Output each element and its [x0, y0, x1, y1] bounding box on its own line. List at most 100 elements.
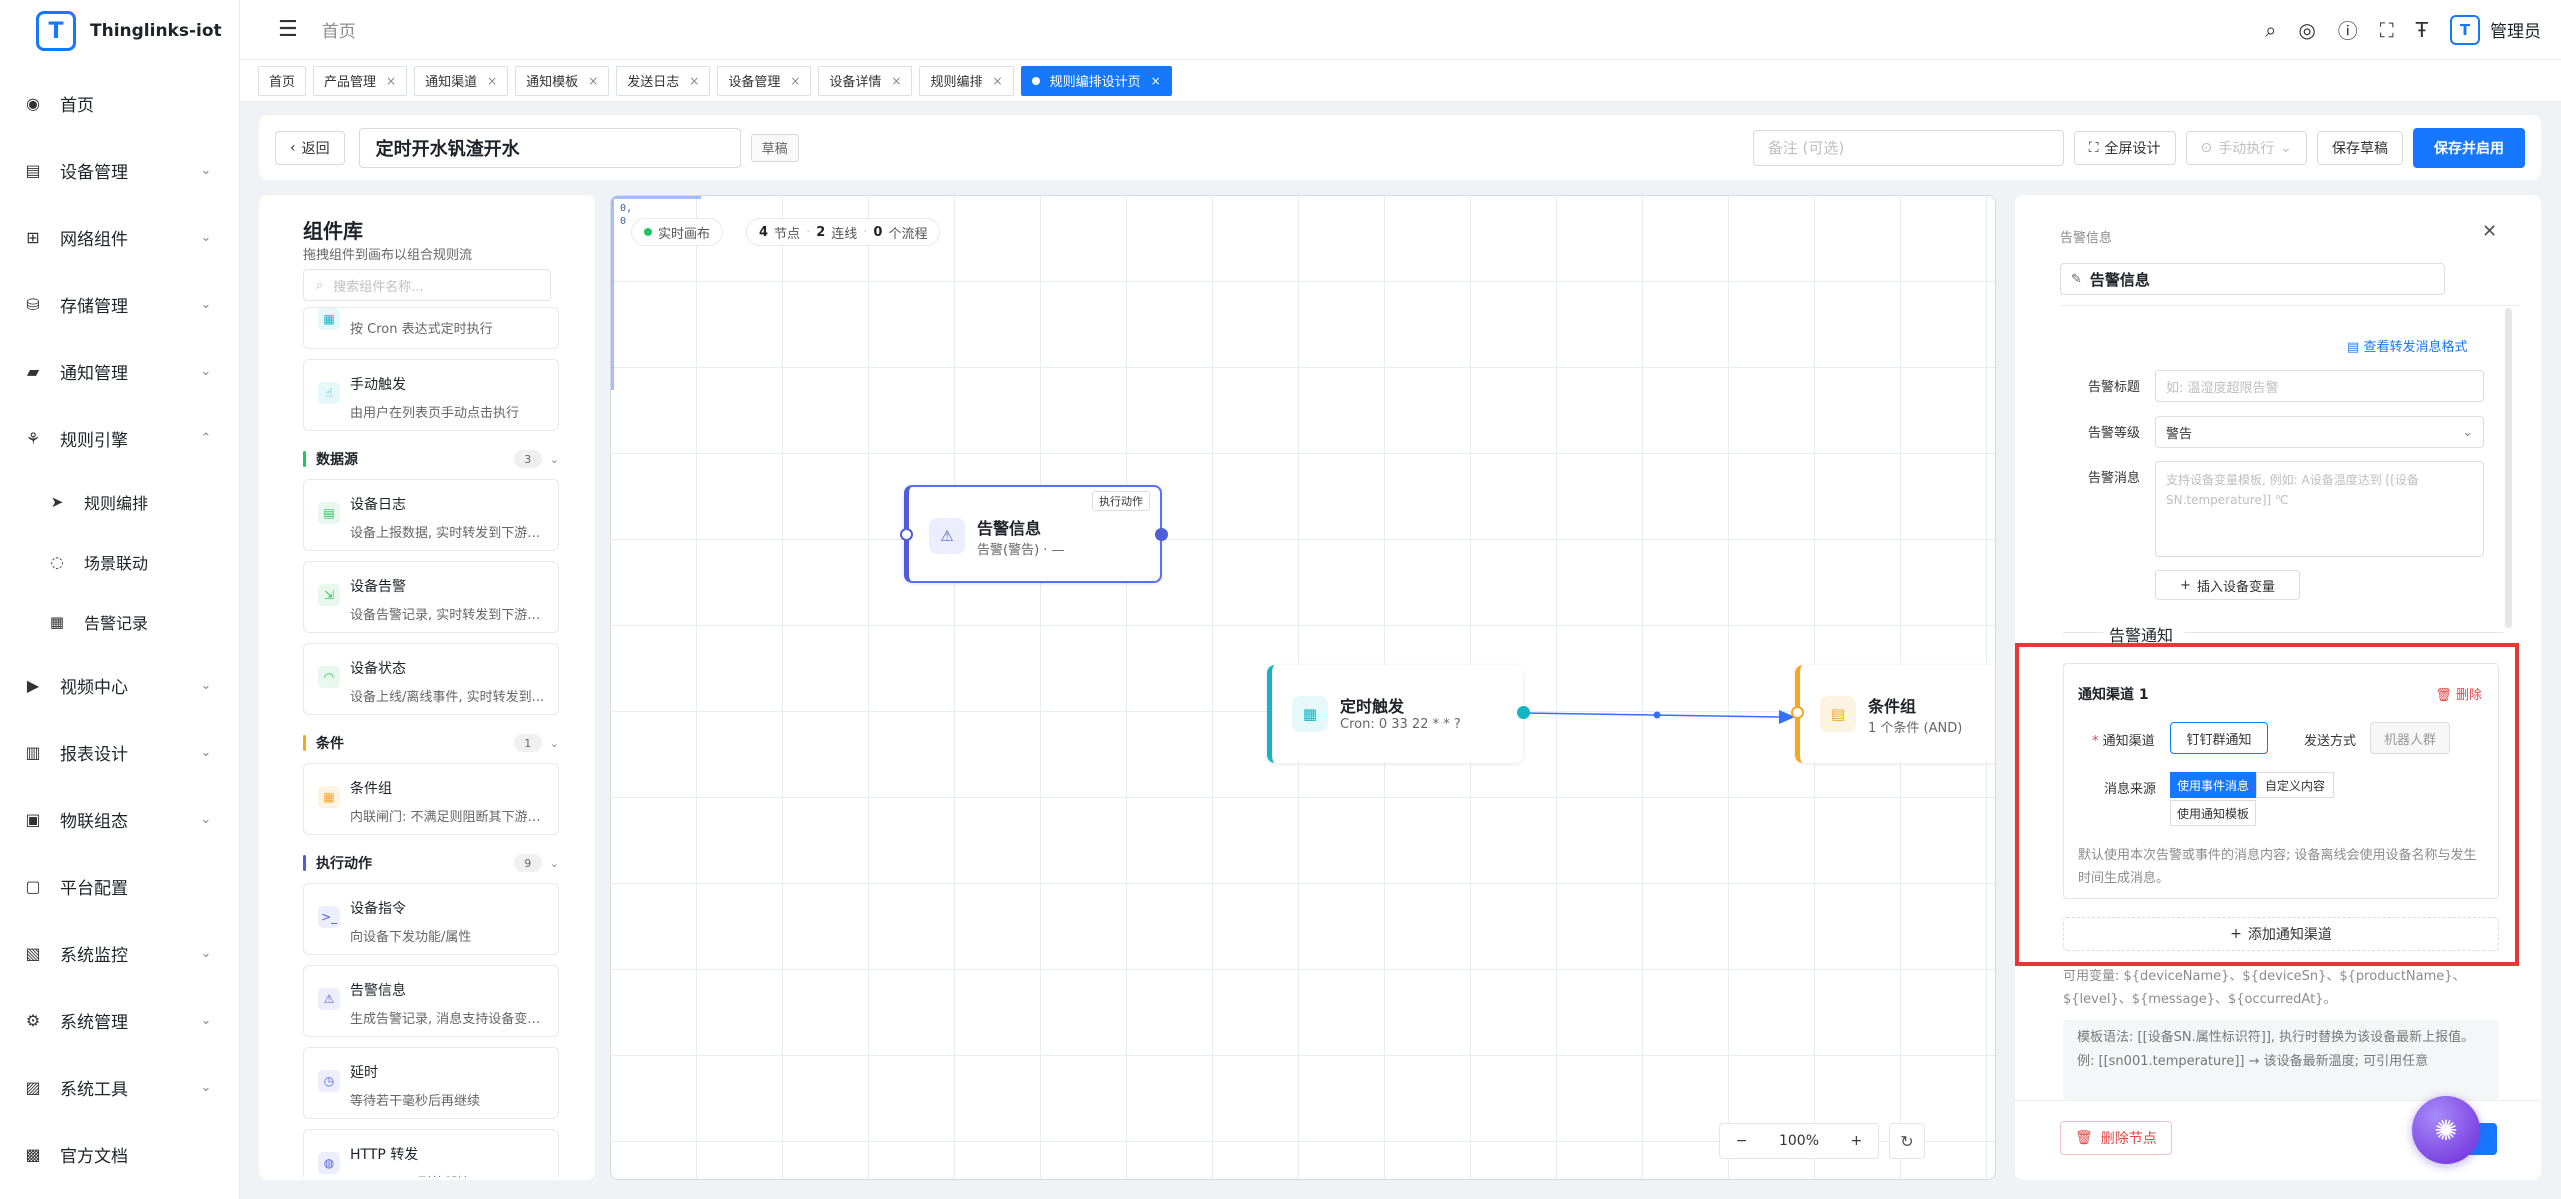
- sidebar-subitem-1[interactable]: ◌ 场景联动: [0, 532, 239, 592]
- component-card[interactable]: ☝ 手动触发 由用户在列表页手动点击执行: [303, 359, 559, 431]
- library-section-header[interactable]: 条件 1 ⌄: [303, 725, 559, 761]
- input-port[interactable]: [900, 528, 913, 541]
- manual-run-button[interactable]: ⊙ 手动执行 ⌄: [2185, 130, 2307, 165]
- component-card[interactable]: ▤ 设备日志 设备上报数据, 实时转发到下游目...: [303, 479, 559, 551]
- flow-canvas[interactable]: 0, 0 实时画布 4 节点 · 2 连线 · 0 个流程 执行动作 ⚠ 告警信息…: [610, 195, 1996, 1180]
- source-option-custom[interactable]: 自定义内容: [2256, 772, 2334, 798]
- chevron-icon: ⌄: [200, 946, 212, 961]
- save-draft-button[interactable]: 保存草稿: [2317, 130, 2403, 165]
- close-icon[interactable]: ×: [386, 74, 396, 88]
- component-desc: 设备告警记录, 实时转发到下游目...: [350, 608, 553, 623]
- sidebar-item-items2[interactable]: ⊞ 网络组件 ⌄: [0, 204, 239, 271]
- tab-3[interactable]: 通知模板 ×: [515, 65, 610, 96]
- component-card[interactable]: ◷ 延时 等待若干毫秒后再继续: [303, 1047, 559, 1119]
- sidebar-item-items_after4[interactable]: ▧ 系统监控 ⌄: [0, 920, 239, 987]
- zoom-in-button[interactable]: +: [1851, 1133, 1863, 1149]
- library-section-header[interactable]: 执行动作 9 ⌄: [303, 845, 559, 881]
- edge-line[interactable]: [1522, 712, 1784, 718]
- help-icon[interactable]: ⓘ: [2338, 15, 2358, 44]
- sidebar-item-items_after5[interactable]: ⚙ 系统管理 ⌄: [0, 987, 239, 1054]
- input-port[interactable]: [1791, 706, 1804, 719]
- expand-icon: ⛶: [2088, 139, 2099, 156]
- save-enable-button[interactable]: 保存并启用: [2413, 127, 2525, 168]
- sidebar-subitem-0[interactable]: ➤ 规则编排: [0, 472, 239, 532]
- sidebar-item-items0[interactable]: ◉ 首页: [0, 70, 239, 137]
- alarm-title-input[interactable]: 如: 温湿度超限告警: [2155, 370, 2484, 402]
- close-icon[interactable]: ✕: [2482, 221, 2497, 242]
- fullscreen-icon[interactable]: ⛶: [2380, 18, 2394, 42]
- node-condition[interactable]: ▤ 条件组 1 个条件 (AND): [1791, 665, 1995, 763]
- sidebar-item-items1[interactable]: ▤ 设备管理 ⌄: [0, 137, 239, 204]
- source-option-event[interactable]: 使用事件消息: [2170, 772, 2256, 798]
- sidebar-item-items_after3[interactable]: ▢ 平台配置: [0, 853, 239, 920]
- fullscreen-design-button[interactable]: ⛶ 全屏设计: [2073, 130, 2176, 165]
- sidebar-item-items4[interactable]: ▰ 通知管理 ⌄: [0, 338, 239, 405]
- user-name[interactable]: 管理员: [2490, 17, 2541, 42]
- tab-0[interactable]: 首页: [258, 65, 307, 96]
- close-icon[interactable]: ×: [891, 74, 901, 88]
- remark-input[interactable]: 备注 (可选): [1752, 129, 2064, 166]
- tab-1[interactable]: 产品管理 ×: [313, 65, 408, 96]
- sidebar-item-items_after0[interactable]: ▶ 视频中心 ⌄: [0, 652, 239, 719]
- channel-select[interactable]: 钉钉群通知: [2170, 722, 2268, 754]
- component-card[interactable]: ◠ 设备状态 设备上线/离线事件, 实时转发到...: [303, 643, 559, 715]
- output-port[interactable]: [1517, 706, 1530, 719]
- component-card[interactable]: ◍ HTTP 转发 POST/PUT 到外部接口: [303, 1129, 559, 1177]
- component-card[interactable]: ⚠ 告警信息 生成告警记录, 消息支持设备变量...: [303, 965, 559, 1037]
- library-section-header[interactable]: 数据源 3 ⌄: [303, 441, 559, 477]
- tab-6[interactable]: 设备详情 ×: [818, 65, 913, 96]
- sidebar-item-items5[interactable]: ⚘ 规则引擎 ⌃: [0, 405, 239, 472]
- close-icon[interactable]: ×: [790, 74, 800, 88]
- insert-variable-button[interactable]: + 插入设备变量: [2155, 570, 2300, 600]
- close-icon[interactable]: ×: [588, 74, 598, 88]
- component-card[interactable]: ⇲ 设备告警 设备告警记录, 实时转发到下游目...: [303, 561, 559, 633]
- tab-7[interactable]: 规则编排 ×: [919, 65, 1014, 96]
- node-name-input[interactable]: ✎ 告警信息: [2060, 263, 2445, 295]
- back-button[interactable]: ‹ 返回: [275, 130, 345, 165]
- component-icon: ◍: [318, 1152, 340, 1174]
- node-alarm[interactable]: 执行动作 ⚠ 告警信息 告警(警告) · —: [900, 485, 1168, 583]
- component-card[interactable]: ▦ 条件组 内联闸门: 不满足则阻断其下游分...: [303, 763, 559, 835]
- delete-node-button[interactable]: 🗑 删除节点: [2060, 1121, 2172, 1155]
- sidebar-subitem-2[interactable]: ▦ 告警记录: [0, 592, 239, 652]
- view-format-link[interactable]: ▤ 查看转发消息格式: [2347, 336, 2467, 355]
- sidebar-item-items3[interactable]: ⛁ 存储管理 ⌄: [0, 271, 239, 338]
- menu-toggle-icon[interactable]: ☰: [278, 17, 298, 42]
- sidebar-item-items_after7[interactable]: ▩ 官方文档: [0, 1121, 239, 1188]
- close-icon[interactable]: ×: [487, 74, 497, 88]
- delete-channel-button[interactable]: 🗑 删除: [2435, 684, 2482, 703]
- tab-4[interactable]: 发送日志 ×: [616, 65, 711, 96]
- rule-name-input[interactable]: 定时开水钒渣开水: [358, 127, 741, 168]
- component-card[interactable]: >_ 设备指令 向设备下发功能/属性: [303, 883, 559, 955]
- scrollbar[interactable]: [2505, 308, 2512, 628]
- github-icon[interactable]: ◎: [2298, 18, 2315, 42]
- sidebar-item-items_after2[interactable]: ▣ 物联组态 ⌄: [0, 786, 239, 853]
- user-avatar[interactable]: T: [2450, 14, 2480, 45]
- tab-8[interactable]: 规则编排设计页 ×: [1020, 65, 1172, 96]
- app-logo[interactable]: T Thinglinks-iot: [0, 0, 239, 62]
- sidebar-item-items_after1[interactable]: ▥ 报表设计 ⌄: [0, 719, 239, 786]
- breadcrumb[interactable]: 首页: [322, 17, 356, 42]
- source-option-template[interactable]: 使用通知模板: [2170, 800, 2256, 826]
- reset-view-icon[interactable]: ↻: [1889, 1123, 1925, 1159]
- add-channel-button[interactable]: + 添加通知渠道: [2063, 917, 2499, 951]
- zoom-out-button[interactable]: −: [1736, 1133, 1748, 1149]
- send-mode-select[interactable]: 机器人群: [2370, 722, 2450, 754]
- output-port[interactable]: [1155, 528, 1168, 541]
- sidebar-item-items_after6[interactable]: ▨ 系统工具 ⌄: [0, 1054, 239, 1121]
- alarm-level-select[interactable]: 警告 ⌄: [2155, 416, 2484, 448]
- ai-assistant-icon[interactable]: ✺: [2412, 1096, 2480, 1164]
- edge-midpoint[interactable]: [1653, 711, 1661, 719]
- close-icon[interactable]: ×: [993, 74, 1003, 88]
- alarm-message-textarea[interactable]: 支持设备变量模板, 例如: A设备温度达到 [[设备SN.temperature…: [2155, 461, 2484, 557]
- tab-2[interactable]: 通知渠道 ×: [414, 65, 509, 96]
- menu-icon: ⊞: [26, 228, 40, 247]
- component-card[interactable]: ▦ 按 Cron 表达式定时执行: [303, 307, 559, 349]
- close-icon[interactable]: ×: [689, 74, 699, 88]
- font-size-icon[interactable]: Ŧ: [2416, 18, 2428, 42]
- node-timer[interactable]: ▦ 定时触发 Cron: 0 33 22 * * ?: [1267, 665, 1530, 763]
- search-icon[interactable]: ⌕: [2265, 18, 2276, 42]
- tab-5[interactable]: 设备管理 ×: [717, 65, 812, 96]
- close-icon[interactable]: ×: [1151, 74, 1161, 88]
- library-search-input[interactable]: ⌕ 搜索组件名称...: [303, 269, 551, 301]
